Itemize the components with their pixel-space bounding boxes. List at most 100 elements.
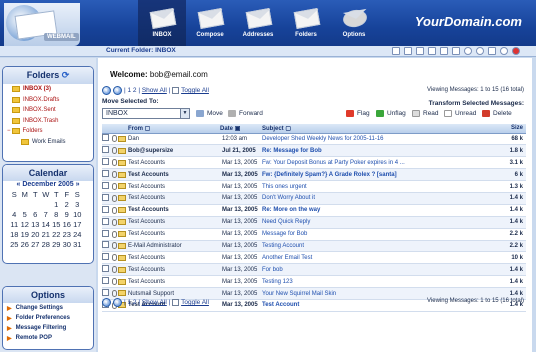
calendar-day[interactable]: 1 xyxy=(51,199,62,209)
row-subject[interactable]: Testing 123 xyxy=(262,275,498,289)
size-column-header[interactable]: Size xyxy=(498,124,526,134)
calendar-day[interactable]: 27 xyxy=(30,239,41,249)
calendar-day[interactable]: 15 xyxy=(51,219,62,229)
next-page-icon[interactable]: › xyxy=(113,86,122,95)
row-checkbox[interactable] xyxy=(102,217,109,225)
row-subject[interactable]: Developer Shed Weekly News for 2005-11-1… xyxy=(262,133,498,146)
folder-item-folders[interactable]: − Folders xyxy=(3,126,93,137)
toolbar-logout-icon[interactable] xyxy=(512,47,520,55)
unread-button[interactable]: Unread xyxy=(444,110,476,117)
row-from[interactable]: Dan xyxy=(128,133,220,146)
option-folder-preferences[interactable]: ▶ Folder Preferences xyxy=(3,313,93,323)
prev-month-button[interactable]: « xyxy=(16,181,20,188)
table-row[interactable]: Test Accounts Mar 13, 2005 This ones urgen… xyxy=(102,180,526,193)
toolbar-list-icon[interactable] xyxy=(440,47,448,55)
show-all-link[interactable]: Show All xyxy=(142,299,167,306)
row-checkbox[interactable] xyxy=(102,146,109,154)
option-remote-pop[interactable]: ▶ Remote POP xyxy=(3,333,93,343)
toolbar-print-icon[interactable] xyxy=(392,47,400,55)
row-subject[interactable]: Fw: Your Deposit Bonus at Party Poker ex… xyxy=(262,156,498,170)
delete-button[interactable]: Delete xyxy=(482,110,512,117)
calendar-day[interactable]: 26 xyxy=(20,239,31,249)
table-row[interactable]: Dan 12:03 am Developer Shed Weekly News fo… xyxy=(102,133,526,146)
row-subject[interactable]: Fw: {Definitely Spam?} A Grade Rolex ? [… xyxy=(262,168,498,182)
calendar-day[interactable]: 31 xyxy=(72,239,83,249)
row-from[interactable]: E-Mail Administrator xyxy=(128,240,220,253)
row-subject[interactable]: Need Quick Reply xyxy=(262,216,498,229)
date-column-header[interactable]: Date ▣ xyxy=(220,124,262,134)
table-row[interactable]: Test Accounts Mar 13, 2005 Testing 123 1.4 … xyxy=(102,275,526,289)
calendar-day[interactable]: 10 xyxy=(72,209,83,219)
calendar-day[interactable]: 9 xyxy=(62,209,73,219)
calendar-day[interactable]: 17 xyxy=(72,219,83,229)
row-from[interactable]: Test Accounts xyxy=(128,251,220,265)
forward-button[interactable]: Forward xyxy=(228,110,263,117)
sort-icon[interactable]: ▢ xyxy=(285,126,291,132)
show-all-link[interactable]: Show All xyxy=(142,87,167,94)
toolbar-calendar-icon[interactable] xyxy=(416,47,424,55)
toolbar-info-icon[interactable] xyxy=(476,47,484,55)
calendar-day[interactable]: 28 xyxy=(41,239,52,249)
row-subject[interactable]: Another Email Test xyxy=(262,251,498,265)
row-checkbox[interactable] xyxy=(102,205,109,213)
refresh-icon[interactable]: ⟳ xyxy=(62,70,70,80)
row-checkbox[interactable] xyxy=(102,253,109,261)
next-month-button[interactable]: » xyxy=(76,181,80,188)
calendar-day[interactable]: 21 xyxy=(41,229,52,239)
calendar-day[interactable]: 29 xyxy=(51,239,62,249)
page-numbers[interactable]: | 1 2 | xyxy=(124,299,140,306)
row-subject[interactable]: Don't Worry About it xyxy=(262,192,498,205)
calendar-day[interactable]: 24 xyxy=(72,229,83,239)
calendar-day[interactable]: 7 xyxy=(41,209,52,219)
toolbar-search-icon[interactable] xyxy=(452,47,460,55)
row-checkbox[interactable] xyxy=(102,158,109,166)
calendar-day[interactable]: 20 xyxy=(30,229,41,239)
table-row[interactable]: Test Accounts Mar 13, 2005 Fw: Your Deposi… xyxy=(102,156,526,170)
toggle-all-link[interactable]: Toggle All xyxy=(181,87,209,94)
table-row[interactable]: Test Accounts Mar 13, 2005 Fw: {Definitely… xyxy=(102,168,526,182)
row-checkbox[interactable] xyxy=(102,289,109,297)
row-subject[interactable]: Re: Message for Bob xyxy=(262,144,498,158)
page-numbers[interactable]: | 1 2 | xyxy=(124,87,140,94)
calendar-day[interactable]: 13 xyxy=(30,219,41,229)
calendar-day[interactable]: 6 xyxy=(30,209,41,219)
move-button[interactable]: Move xyxy=(196,110,223,117)
prev-page-icon[interactable]: ‹ xyxy=(102,86,111,95)
flag-button[interactable]: Flag xyxy=(346,110,370,117)
row-from[interactable]: Bob@supersize xyxy=(128,144,220,158)
row-from[interactable]: Test Accounts xyxy=(128,216,220,229)
prev-page-icon[interactable]: ‹ xyxy=(102,298,111,307)
row-checkbox[interactable] xyxy=(102,170,109,178)
calendar-day[interactable]: 8 xyxy=(51,209,62,219)
option-message-filtering[interactable]: ▶ Message Filtering xyxy=(3,323,93,333)
folder-item-trash[interactable]: INBOX.Trash xyxy=(3,116,93,127)
table-row[interactable]: Test Accounts Mar 13, 2005 Don't Worry Abo… xyxy=(102,192,526,205)
calendar-day[interactable]: 11 xyxy=(9,219,20,229)
move-folder-select[interactable]: INBOX ▼ xyxy=(102,108,190,119)
row-subject[interactable]: This ones urgent xyxy=(262,180,498,193)
nav-compose[interactable]: Compose xyxy=(186,0,234,46)
unflag-button[interactable]: Unflag xyxy=(376,110,406,117)
sort-icon[interactable]: ▣ xyxy=(235,126,241,132)
calendar-day[interactable]: 19 xyxy=(20,229,31,239)
toolbar-globe-icon[interactable] xyxy=(500,47,508,55)
read-button[interactable]: Read xyxy=(412,110,439,117)
row-from[interactable]: Test Accounts xyxy=(128,228,220,241)
option-change-settings[interactable]: ▶ Change Settings xyxy=(3,303,93,313)
calendar-day[interactable]: 3 xyxy=(72,199,83,209)
toggle-all-checkbox[interactable] xyxy=(172,299,180,306)
subject-column-header[interactable]: Subject ▢ xyxy=(262,124,498,134)
calendar-day[interactable]: 18 xyxy=(9,229,20,239)
row-from[interactable]: Test Accounts xyxy=(128,180,220,193)
toolbar-help-icon[interactable] xyxy=(464,47,472,55)
table-row[interactable]: Test Accounts Mar 13, 2005 Another Email T… xyxy=(102,251,526,265)
row-from[interactable]: Test Accounts xyxy=(128,156,220,170)
row-checkbox[interactable] xyxy=(102,277,109,285)
table-row[interactable]: Test Accounts Mar 13, 2005 Need Quick Repl… xyxy=(102,216,526,229)
row-subject[interactable]: Testing Account xyxy=(262,240,498,253)
row-checkbox[interactable] xyxy=(102,229,109,237)
table-row[interactable]: E-Mail Administrator Mar 13, 2005 Testing … xyxy=(102,240,526,253)
nav-inbox[interactable]: INBOX xyxy=(138,0,186,46)
table-row[interactable]: Test Accounts Mar 13, 2005 For bob 1.4 k xyxy=(102,263,526,277)
row-from[interactable]: Test Accounts xyxy=(128,192,220,205)
